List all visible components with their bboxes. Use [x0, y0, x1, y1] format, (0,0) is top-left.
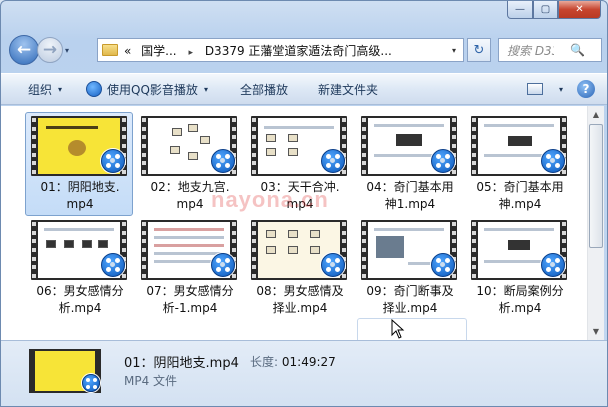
video-thumbnail	[141, 116, 237, 176]
media-player-icon	[541, 149, 565, 173]
details-pane: 01：阴阳地支.mp4 长度: 01:49:27 MP4 文件	[1, 340, 607, 406]
breadcrumb-item-current[interactable]: D3379 正藩堂道家遁法奇门高级...	[205, 44, 392, 58]
file-list: 01：阴阳地支. mp4 02：地支九宫. mp4 03：天干合冲. mp4 0…	[1, 106, 587, 340]
search-input[interactable]: 搜索 D33... 🔍	[498, 38, 602, 62]
organize-label: 组织	[28, 82, 53, 97]
file-item[interactable]: 03：天干合冲. mp4	[245, 112, 353, 216]
refresh-icon: ↻	[473, 42, 485, 58]
media-player-icon	[101, 149, 125, 173]
change-view-button[interactable]: ▾	[517, 74, 567, 104]
file-name: 04：奇门基本用 神1.mp4	[366, 180, 454, 211]
video-thumbnail	[251, 220, 347, 280]
video-thumbnail	[471, 116, 567, 176]
breadcrumb-separator-icon[interactable]: ▸	[188, 48, 193, 58]
file-item[interactable]: 01：阴阳地支. mp4	[25, 112, 133, 216]
media-player-icon	[321, 253, 345, 277]
media-player-icon	[101, 253, 125, 277]
file-name: 10：断局案例分 析.mp4	[476, 284, 564, 315]
details-length: 长度: 01:49:27	[250, 355, 336, 369]
file-item[interactable]: 06：男女感情分 析.mp4	[25, 216, 133, 320]
media-player-icon	[321, 149, 345, 173]
new-folder-button[interactable]: 新建文件夹	[298, 74, 388, 104]
details-thumbnail	[29, 349, 101, 393]
search-placeholder: 搜索 D33...	[507, 43, 554, 58]
file-item[interactable]: 09：奇门断事及 择业.mp4	[355, 216, 463, 320]
file-item[interactable]: 07：男女感情分 析-1.mp4	[135, 216, 243, 320]
file-name: 01：阴阳地支. mp4	[40, 180, 120, 211]
details-file-type: MP4 文件	[124, 374, 178, 388]
media-player-icon	[541, 253, 565, 277]
address-dropdown[interactable]: ▾	[445, 46, 463, 55]
qq-player-icon	[86, 81, 103, 97]
forward-arrow-icon: →	[42, 40, 58, 60]
video-thumbnail	[361, 220, 457, 280]
file-name: 07：男女感情分 析-1.mp4	[146, 284, 234, 315]
hover-placeholder	[357, 318, 467, 340]
window-controls: — ▢ ✕	[507, 1, 601, 19]
file-item[interactable]: 05：奇门基本用 神.mp4	[465, 112, 573, 216]
mouse-cursor-icon	[391, 319, 405, 339]
details-file-name: 01：阴阳地支.mp4	[124, 356, 239, 371]
minimize-button[interactable]: —	[507, 1, 533, 19]
refresh-button[interactable]: ↻	[467, 38, 491, 62]
new-folder-label: 新建文件夹	[317, 82, 378, 97]
scroll-up-icon[interactable]: ▲	[588, 106, 604, 123]
play-all-label: 全部播放	[239, 82, 288, 97]
media-player-icon	[211, 253, 235, 277]
scrollbar-thumb[interactable]	[589, 124, 603, 248]
help-icon: ?	[577, 80, 595, 98]
media-player-icon	[211, 149, 235, 173]
recent-pages-dropdown[interactable]: ▾	[65, 46, 69, 55]
chevron-down-icon: ▾	[558, 84, 563, 94]
forward-button[interactable]: →	[37, 37, 63, 63]
chevron-down-icon: ▾	[58, 84, 63, 94]
back-button[interactable]: ←	[9, 35, 39, 65]
back-arrow-icon: ←	[16, 40, 32, 60]
video-thumbnail	[471, 220, 567, 280]
navigation-buttons: ← → ▾	[9, 35, 69, 65]
video-thumbnail	[361, 116, 457, 176]
search-icon[interactable]: 🔍	[554, 43, 601, 57]
view-icon	[526, 83, 543, 95]
media-player-icon	[82, 374, 100, 392]
video-thumbnail	[31, 220, 127, 280]
video-thumbnail	[251, 116, 347, 176]
file-name: 08：男女感情及 择业.mp4	[256, 284, 344, 315]
help-button[interactable]: ?	[567, 74, 607, 104]
breadcrumb-item-parent[interactable]: 国学...	[141, 44, 176, 58]
file-name: 09：奇门断事及 择业.mp4	[366, 284, 454, 315]
file-name: 05：奇门基本用 神.mp4	[476, 180, 564, 211]
file-name: 06：男女感情分 析.mp4	[36, 284, 124, 315]
maximize-button[interactable]: ▢	[533, 1, 558, 19]
file-item[interactable]: 04：奇门基本用 神1.mp4	[355, 112, 463, 216]
file-item[interactable]: 02：地支九宫. mp4	[135, 112, 243, 216]
video-thumbnail	[141, 220, 237, 280]
play-with-menu[interactable]: 使用QQ影音播放 ▾	[72, 74, 218, 104]
file-name: 03：天干合冲. mp4	[260, 180, 340, 211]
breadcrumb: « 国学... ▸ D3379 正藩堂道家遁法奇门高级...	[124, 42, 445, 59]
folder-icon	[102, 44, 118, 56]
media-player-icon	[431, 253, 455, 277]
play-all-button[interactable]: 全部播放	[218, 74, 298, 104]
video-thumbnail	[31, 116, 127, 176]
vertical-scrollbar[interactable]: ▲ ▼	[587, 106, 604, 340]
play-with-label: 使用QQ影音播放	[107, 82, 198, 97]
close-button[interactable]: ✕	[558, 1, 601, 19]
chevron-down-icon: ▾	[203, 84, 208, 94]
breadcrumb-overflow[interactable]: «	[124, 44, 131, 58]
file-item[interactable]: 10：断局案例分 析.mp4	[465, 216, 573, 320]
explorer-window: — ▢ ✕ ← → ▾ « 国学... ▸ D3379 正藩堂道家遁法奇门高级.…	[0, 0, 608, 407]
organize-menu[interactable]: 组织 ▾	[1, 74, 72, 104]
file-item[interactable]: 08：男女感情及 择业.mp4	[245, 216, 353, 320]
scroll-down-icon[interactable]: ▼	[588, 323, 604, 340]
command-bar: 组织 ▾ 使用QQ影音播放 ▾ 全部播放 新建文件夹 ▾ ?	[1, 73, 607, 105]
address-bar[interactable]: « 国学... ▸ D3379 正藩堂道家遁法奇门高级... ▾	[97, 38, 464, 62]
media-player-icon	[431, 149, 455, 173]
file-name: 02：地支九宫. mp4	[150, 180, 230, 211]
